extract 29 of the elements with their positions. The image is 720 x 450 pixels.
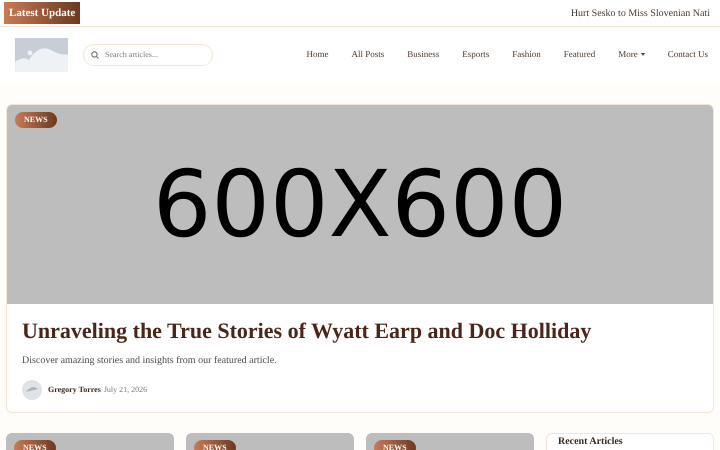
search-field[interactable]: Search articles... xyxy=(83,44,213,66)
nav-link[interactable]: Business xyxy=(407,48,440,62)
article-card[interactable]: NEWS xyxy=(6,433,174,450)
logo-image-icon[interactable] xyxy=(15,38,68,72)
nav-link[interactable]: Fashion xyxy=(512,48,541,62)
latest-update-label: Latest Update xyxy=(4,2,80,24)
category-badge: NEWS xyxy=(194,440,236,450)
author-name[interactable]: Gregory Torres xyxy=(48,384,101,396)
avatar-icon xyxy=(22,380,42,400)
category-badge: NEWS xyxy=(374,440,416,450)
caret-icon xyxy=(640,53,645,56)
nav-link[interactable]: Featured xyxy=(564,48,596,62)
featured-card[interactable]: 600X600 NEWS Unraveling the True Stories of Wyatt Earp and Doc Holliday Discover amazing stories and insights from our featured article. Gregory Torres July 21, 2026 xyxy=(6,104,714,413)
category-badge: NEWS xyxy=(15,112,57,128)
ticker-headline[interactable]: Hurt Sesko to Miss Slovenian Nati xyxy=(570,6,720,20)
nav-dropdown[interactable]: More xyxy=(618,48,645,62)
article-title[interactable]: Unraveling the True Stories of Wyatt Earp and Doc Holliday xyxy=(22,314,698,347)
publish-date: July 21, 2026 xyxy=(104,384,148,396)
nav-link[interactable]: Home xyxy=(306,48,328,62)
article-card[interactable]: NEWS xyxy=(366,433,534,450)
nav-link[interactable]: All Posts xyxy=(351,48,384,62)
search-icon xyxy=(91,50,99,58)
article-card[interactable]: NEWS xyxy=(186,433,354,450)
nav-link[interactable]: Esports xyxy=(462,48,490,62)
article-description: Discover amazing stories and insights from our featured article. xyxy=(22,354,278,368)
placeholder-label: 600X600 xyxy=(152,158,568,250)
category-badge: NEWS xyxy=(14,440,56,450)
nav-link[interactable]: Contact Us xyxy=(668,48,708,62)
sidebar-title: Recent Articles xyxy=(558,436,624,448)
